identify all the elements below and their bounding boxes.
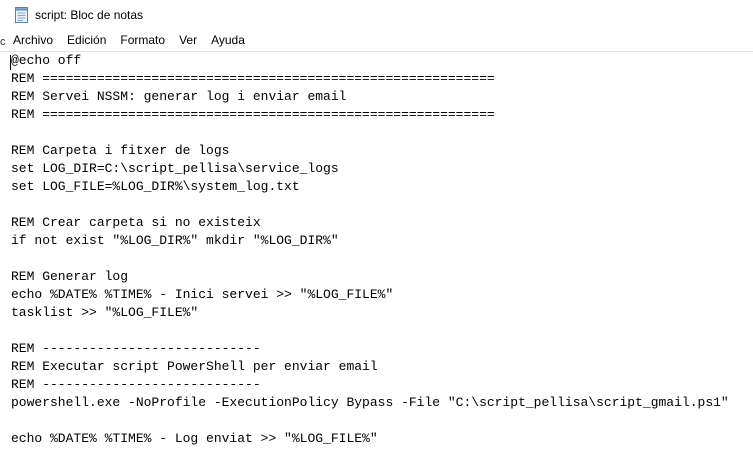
menu-bar: Archivo Edición Formato Ver Ayuda (0, 31, 753, 50)
editor-line: set LOG_DIR=C:\script_pellisa\service_lo… (11, 161, 339, 176)
editor-line: @echo off (11, 53, 82, 68)
menu-formato[interactable]: Formato (113, 31, 172, 50)
editor-line: REM Servei NSSM: generar log i enviar em… (11, 89, 347, 104)
menu-ayuda[interactable]: Ayuda (204, 31, 252, 50)
editor-line: REM Executar script PowerShell per envia… (11, 359, 378, 374)
window-title: script: Bloc de notas (35, 8, 144, 22)
title-bar[interactable]: script: Bloc de notas (0, 0, 753, 30)
editor-line: REM ---------------------------- (11, 341, 261, 356)
notepad-window: d c script: Bloc de notas Archivo Edició… (0, 0, 753, 472)
menu-archivo[interactable]: Archivo (6, 31, 60, 50)
text-editor-area[interactable]: @echo off REM ==========================… (0, 51, 753, 472)
editor-line: echo %DATE% %TIME% - Log enviat >> "%LOG… (11, 431, 378, 446)
editor-line: REM Generar log (11, 269, 129, 284)
notepad-icon (15, 7, 28, 23)
editor-line: if not exist "%LOG_DIR%" mkdir "%LOG_DIR… (11, 233, 339, 248)
editor-line: REM Carpeta i fitxer de logs (11, 143, 230, 158)
editor-line: REM ====================================… (11, 71, 495, 86)
editor-line: echo %DATE% %TIME% - Inici servei >> "%L… (11, 287, 394, 302)
menu-edicion[interactable]: Edición (60, 31, 113, 50)
editor-line: powershell.exe -NoProfile -ExecutionPoli… (11, 395, 729, 410)
editor-line: REM Crear carpeta si no existeix (11, 215, 261, 230)
editor-line: REM ====================================… (11, 107, 495, 122)
editor-line: tasklist >> "%LOG_FILE%" (11, 305, 199, 320)
menu-ver[interactable]: Ver (172, 31, 204, 50)
editor-line: set LOG_FILE=%LOG_DIR%\system_log.txt (11, 179, 300, 194)
editor-line: REM ---------------------------- (11, 377, 261, 392)
